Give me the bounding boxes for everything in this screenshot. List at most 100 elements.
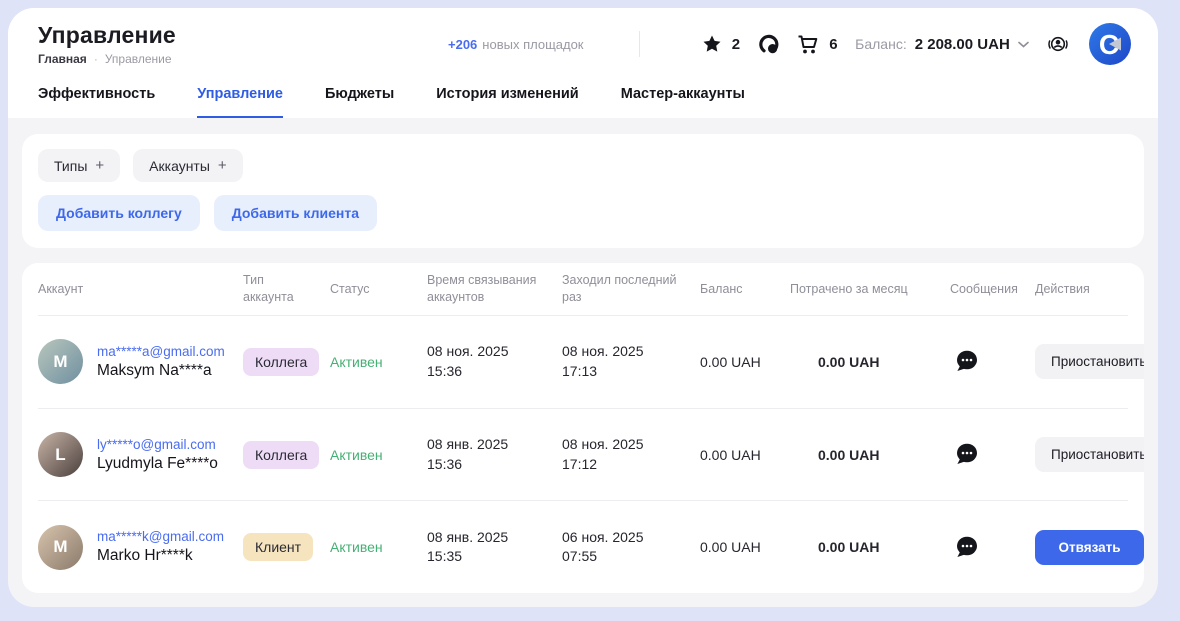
app-window: Управление Главная · Управление +206 нов…	[8, 8, 1158, 607]
cart-count: 6	[829, 36, 837, 53]
col-messages: Сообщения	[950, 281, 1035, 298]
page-title: Управление	[38, 22, 448, 49]
support-stat[interactable]	[758, 33, 780, 55]
notification-icon[interactable]	[1046, 32, 1070, 56]
favorites-stat[interactable]: 2	[702, 34, 740, 54]
link-time: 15:36	[427, 455, 562, 475]
tab-management[interactable]: Управление	[197, 86, 283, 118]
support-icon[interactable]	[758, 33, 780, 55]
last-login-time: 17:13	[562, 362, 700, 382]
add-client-button[interactable]: Добавить клиента	[214, 195, 377, 231]
actions-cell: Отвязать	[1035, 530, 1144, 565]
account-type-badge: Коллега	[243, 441, 319, 469]
filter-chip-types[interactable]: Типы +	[38, 149, 120, 182]
link-time: 15:36	[427, 362, 562, 382]
col-account: Аккаунт	[38, 281, 243, 298]
spent-cell: 0.00 UAH	[790, 447, 950, 463]
chip-label: Типы	[54, 158, 87, 174]
link-time: 15:35	[427, 547, 562, 567]
table-row: M ma*****a@gmail.com Maksym Na****a Колл…	[38, 315, 1128, 408]
tab-bar: Эффективность Управление Бюджеты История…	[8, 76, 1158, 118]
chat-icon[interactable]	[954, 535, 980, 560]
balance-cell: 0.00 UAH	[700, 354, 790, 370]
link-date: 08 ноя. 2025	[427, 342, 562, 362]
spent-cell: 0.00 UAH	[790, 539, 950, 555]
chevron-down-icon	[1018, 41, 1029, 48]
account-type-badge: Коллега	[243, 348, 319, 376]
new-sites-indicator[interactable]: +206 новых площадок	[448, 37, 584, 52]
account-cell: M ma*****a@gmail.com Maksym Na****a	[38, 339, 243, 384]
avatar: M	[38, 339, 83, 384]
cart-stat[interactable]: 6	[797, 34, 837, 55]
messages-cell	[950, 535, 1035, 560]
tab-budgets[interactable]: Бюджеты	[325, 86, 394, 118]
unlink-button[interactable]: Отвязать	[1035, 530, 1144, 565]
breadcrumb-home[interactable]: Главная	[38, 52, 87, 66]
last-login-cell: 08 ноя. 2025 17:12	[562, 435, 700, 474]
link-time-cell: 08 янв. 2025 15:35	[427, 528, 562, 567]
col-actions: Действия	[1035, 281, 1128, 298]
account-email[interactable]: ma*****a@gmail.com	[97, 344, 225, 359]
table-row: L ly*****o@gmail.com Lyudmyla Fe****o Ко…	[38, 408, 1128, 501]
account-type-badge: Клиент	[243, 533, 313, 561]
account-email[interactable]: ly*****o@gmail.com	[97, 437, 218, 452]
actions-cell: Приостановить	[1035, 344, 1144, 379]
filter-chip-accounts[interactable]: Аккаунты +	[133, 149, 243, 182]
status-badge: Активен	[330, 447, 427, 463]
tab-master-accounts[interactable]: Мастер-аккаунты	[621, 86, 745, 118]
last-login-time: 17:12	[562, 455, 700, 475]
filters-card: Типы + Аккаунты + Добавить коллегу Добав…	[22, 134, 1144, 248]
suspend-button[interactable]: Приостановить	[1035, 344, 1144, 379]
spent-cell: 0.00 UAH	[790, 354, 950, 370]
col-status: Статус	[330, 281, 427, 298]
favorites-count: 2	[732, 36, 740, 53]
accounts-table-card: Аккаунт Тип аккаунта Статус Время связыв…	[22, 263, 1144, 593]
balance-cell: 0.00 UAH	[700, 447, 790, 463]
cart-icon[interactable]	[797, 34, 819, 55]
chip-label: Аккаунты	[149, 158, 210, 174]
balance-dropdown[interactable]: Баланс: 2 208.00 UAH	[855, 36, 1029, 53]
col-spent: Потрачено за месяц	[790, 281, 950, 298]
last-login-time: 07:55	[562, 547, 700, 567]
table-header-row: Аккаунт Тип аккаунта Статус Время связыв…	[38, 263, 1128, 315]
app-logo[interactable]: C	[1088, 22, 1132, 66]
messages-cell	[950, 442, 1035, 467]
link-date: 08 янв. 2025	[427, 435, 562, 455]
account-cell: M ma*****k@gmail.com Marko Hr****k	[38, 525, 243, 570]
plus-icon: +	[95, 157, 104, 174]
avatar: M	[38, 525, 83, 570]
tab-change-history[interactable]: История изменений	[436, 86, 578, 118]
account-name: Marko Hr****k	[97, 547, 224, 565]
account-name: Lyudmyla Fe****o	[97, 455, 218, 473]
messages-cell	[950, 349, 1035, 374]
filter-action-row: Добавить коллегу Добавить клиента	[38, 195, 1128, 231]
new-sites-label: новых площадок	[482, 37, 583, 52]
account-cell: L ly*****o@gmail.com Lyudmyla Fe****o	[38, 432, 243, 477]
last-login-cell: 06 ноя. 2025 07:55	[562, 528, 700, 567]
chat-icon[interactable]	[954, 349, 980, 374]
table-row: M ma*****k@gmail.com Marko Hr****k Клиен…	[38, 500, 1128, 593]
status-badge: Активен	[330, 539, 427, 555]
add-colleague-button[interactable]: Добавить коллегу	[38, 195, 200, 231]
actions-cell: Приостановить	[1035, 437, 1144, 472]
new-sites-count: +206	[448, 37, 477, 52]
title-block: Управление Главная · Управление	[38, 22, 448, 66]
account-email[interactable]: ma*****k@gmail.com	[97, 529, 224, 544]
plus-icon: +	[218, 157, 227, 174]
tab-effectiveness[interactable]: Эффективность	[38, 86, 155, 118]
col-last-login: Заходил последний раз	[562, 272, 700, 306]
account-name: Maksym Na****a	[97, 362, 225, 380]
last-login-date: 08 ноя. 2025	[562, 435, 700, 455]
col-link-time: Время связывания аккаунтов	[427, 272, 562, 306]
suspend-button[interactable]: Приостановить	[1035, 437, 1144, 472]
last-login-date: 08 ноя. 2025	[562, 342, 700, 362]
col-balance: Баланс	[700, 281, 790, 298]
star-icon[interactable]	[702, 34, 722, 54]
content-area: Типы + Аккаунты + Добавить коллегу Добав…	[8, 118, 1158, 607]
filter-chip-row: Типы + Аккаунты +	[38, 149, 1128, 182]
last-login-date: 06 ноя. 2025	[562, 528, 700, 548]
last-login-cell: 08 ноя. 2025 17:13	[562, 342, 700, 381]
breadcrumb-separator: ·	[94, 52, 98, 66]
balance-cell: 0.00 UAH	[700, 539, 790, 555]
chat-icon[interactable]	[954, 442, 980, 467]
